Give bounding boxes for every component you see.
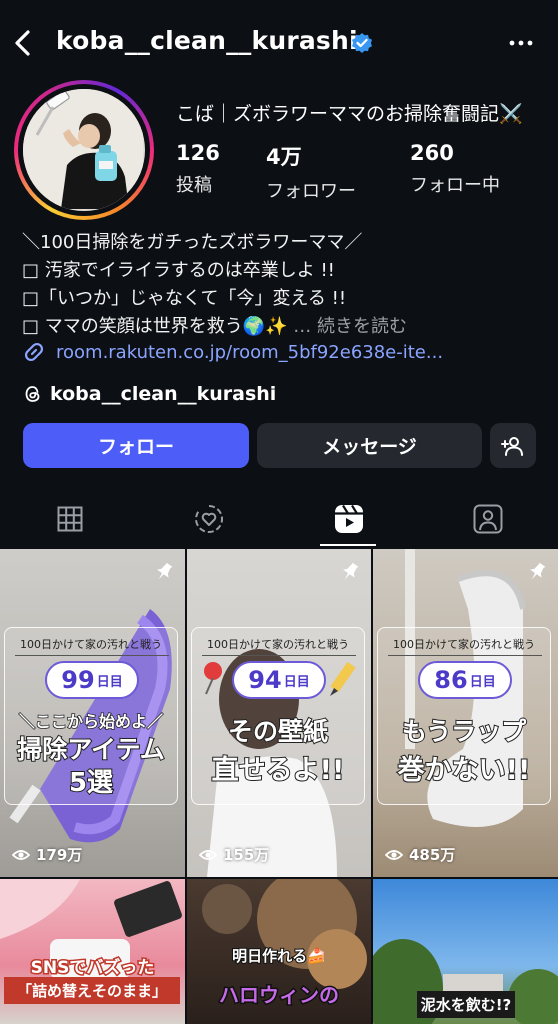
threads-badge[interactable]: koba__clean__kurashi — [22, 380, 276, 408]
stat-label: フォロワー — [266, 181, 356, 202]
stat-following[interactable]: 260 フォロー中 — [410, 141, 500, 197]
tab-tagged[interactable] — [418, 490, 558, 548]
heart-reel-icon — [195, 505, 224, 533]
view-count: 485万 — [385, 844, 455, 865]
day-unit: 日目 — [283, 674, 310, 690]
reel-overlay-card: 100日かけて家の汚れと戦う 94 日目 その壁紙 直せるよ!! — [191, 627, 365, 805]
reel-overlay-card: 100日かけて家の汚れと戦う 99 日目 ＼ここから始めよ／ 掃除アイテム 5選 — [4, 627, 178, 805]
day-badge: 99 日目 — [45, 661, 139, 699]
stat-posts[interactable]: 126 投稿 — [176, 141, 220, 197]
view-count-text: 485万 — [409, 846, 456, 864]
reel-tile[interactable]: 100日かけて家の汚れと戦う 99 日目 ＼ここから始めよ／ 掃除アイテム 5選 … — [0, 549, 185, 877]
caption-divider — [202, 655, 356, 656]
tagged-person-icon — [473, 504, 503, 534]
day-unit: 日目 — [96, 674, 123, 690]
threads-icon — [25, 386, 40, 402]
story-ring[interactable] — [14, 80, 154, 220]
bio-line: ＼100日掃除をガチったズボラワーママ／ — [22, 232, 363, 253]
read-more-link[interactable]: … 続きを読む — [293, 316, 407, 337]
day-unit: 日目 — [469, 674, 496, 690]
view-count-text: 155万 — [223, 846, 270, 864]
stat-label: 投稿 — [176, 175, 212, 196]
threads-handle: koba__clean__kurashi — [50, 383, 277, 405]
reel-tile[interactable]: 泥水を飲む!? — [373, 879, 558, 1024]
day-number: 99 — [61, 666, 95, 694]
view-count: 155万 — [199, 844, 269, 865]
bio-line-text: □ ママの笑顔は世界を救う🌍✨ — [22, 316, 288, 337]
day-badge: 94 日目 — [232, 661, 326, 699]
tab-reposts[interactable] — [139, 490, 279, 548]
pushpin-icon — [204, 662, 222, 695]
reels-icon — [335, 504, 363, 533]
back-icon[interactable] — [10, 28, 36, 58]
message-button[interactable]: メッセージ — [257, 423, 482, 468]
reel-title-line: ＼ここから始めよ／ — [18, 711, 164, 732]
bio-line: □ 汚家でイライラするのは卒業しよ !! — [22, 260, 335, 281]
reel-title-line: 「詰め替えそのまま」 — [4, 977, 180, 1004]
stat-followers[interactable]: 4万 フォロワー — [266, 141, 356, 203]
day-number: 86 — [434, 666, 468, 694]
reel-overlay-card: 100日かけて家の汚れと戦う 86 日目 もうラップ 巻かない!! — [377, 627, 551, 805]
tab-posts-grid[interactable] — [0, 490, 140, 548]
grid-icon — [57, 506, 83, 532]
caption-divider — [15, 655, 169, 656]
stat-value: 4万 — [266, 145, 302, 169]
reel-caption: 100日かけて家の汚れと戦う — [393, 638, 535, 651]
stat-value: 260 — [410, 141, 454, 165]
bio-link[interactable]: room.rakuten.co.jp/room_5bf92e638e-ite..… — [22, 339, 443, 365]
reel-title-line: 巻かない!! — [397, 754, 532, 787]
more-options-icon[interactable] — [508, 31, 534, 55]
day-badge: 86 日目 — [418, 661, 512, 699]
eye-icon — [385, 849, 403, 860]
reel-title-line: 掃除アイテム — [16, 734, 166, 765]
eye-icon — [199, 849, 217, 860]
reel-title-line: その壁紙 — [227, 716, 329, 747]
reel-title-line: SNSでバズった — [29, 957, 156, 980]
reel-title-line: ハロウィンの — [218, 982, 341, 1009]
bio: ＼100日掃除をガチったズボラワーママ／ □ 汚家でイライラするのは卒業しよ !… — [22, 229, 407, 341]
reel-title-line: 直せるよ!! — [211, 754, 346, 787]
verified-badge-icon — [352, 33, 372, 53]
reel-title-line: 泥水を飲む!? — [417, 991, 515, 1018]
bio-link-text: room.rakuten.co.jp/room_5bf92e638e-ite..… — [56, 341, 444, 363]
reel-tile[interactable]: 100日かけて家の汚れと戦う 94 日目 その壁紙 直せるよ!! 155万 — [187, 549, 371, 877]
reel-tile[interactable]: 100日かけて家の汚れと戦う 86 日目 もうラップ 巻かない!! 485万 — [373, 549, 558, 877]
profile-username: koba__clean__kurashi — [56, 26, 358, 55]
pinned-icon — [343, 562, 359, 580]
reel-title-line: もうラップ — [401, 716, 527, 747]
caption-divider — [388, 655, 542, 656]
reel-tile[interactable]: SNSでバズった 「詰め替えそのまま」 — [0, 879, 185, 1024]
reel-title-line: 明日作れる🍰 — [231, 946, 327, 966]
eye-icon — [12, 849, 30, 860]
active-tab-indicator — [320, 544, 376, 546]
view-count-text: 179万 — [36, 846, 83, 864]
bio-line: □「いつか」じゃなくて「今」変える !! — [22, 288, 347, 309]
reel-tile[interactable]: 明日作れる🍰 ハロウィンの — [187, 879, 371, 1024]
suggested-accounts-button[interactable] — [490, 423, 536, 468]
stat-label: フォロー中 — [410, 175, 500, 196]
reels-grid: 100日かけて家の汚れと戦う 99 日目 ＼ここから始めよ／ 掃除アイテム 5選 … — [0, 549, 558, 1024]
stat-value: 126 — [176, 141, 220, 165]
avatar-photo — [23, 89, 143, 209]
avatar — [23, 89, 145, 211]
reel-caption: 100日かけて家の汚れと戦う — [207, 638, 349, 651]
bio-line-last: □ ママの笑顔は世界を救う🌍✨ … 続きを読む — [22, 313, 407, 341]
reel-title-line: 5選 — [68, 767, 114, 799]
display-name: こば｜ズボラワーママのお掃除奮闘記⚔️ — [176, 103, 523, 125]
follow-button[interactable]: フォロー — [23, 423, 249, 468]
pinned-icon — [530, 562, 546, 580]
pinned-icon — [157, 562, 173, 580]
pencil-icon — [330, 661, 356, 696]
profile-tabs — [0, 490, 558, 548]
add-person-icon — [501, 436, 523, 456]
top-bar: koba__clean__kurashi — [0, 0, 558, 90]
tab-reels[interactable] — [279, 490, 419, 548]
reel-caption: 100日かけて家の汚れと戦う — [20, 638, 162, 651]
view-count: 179万 — [12, 844, 82, 865]
link-icon — [24, 342, 44, 362]
day-number: 94 — [248, 666, 282, 694]
